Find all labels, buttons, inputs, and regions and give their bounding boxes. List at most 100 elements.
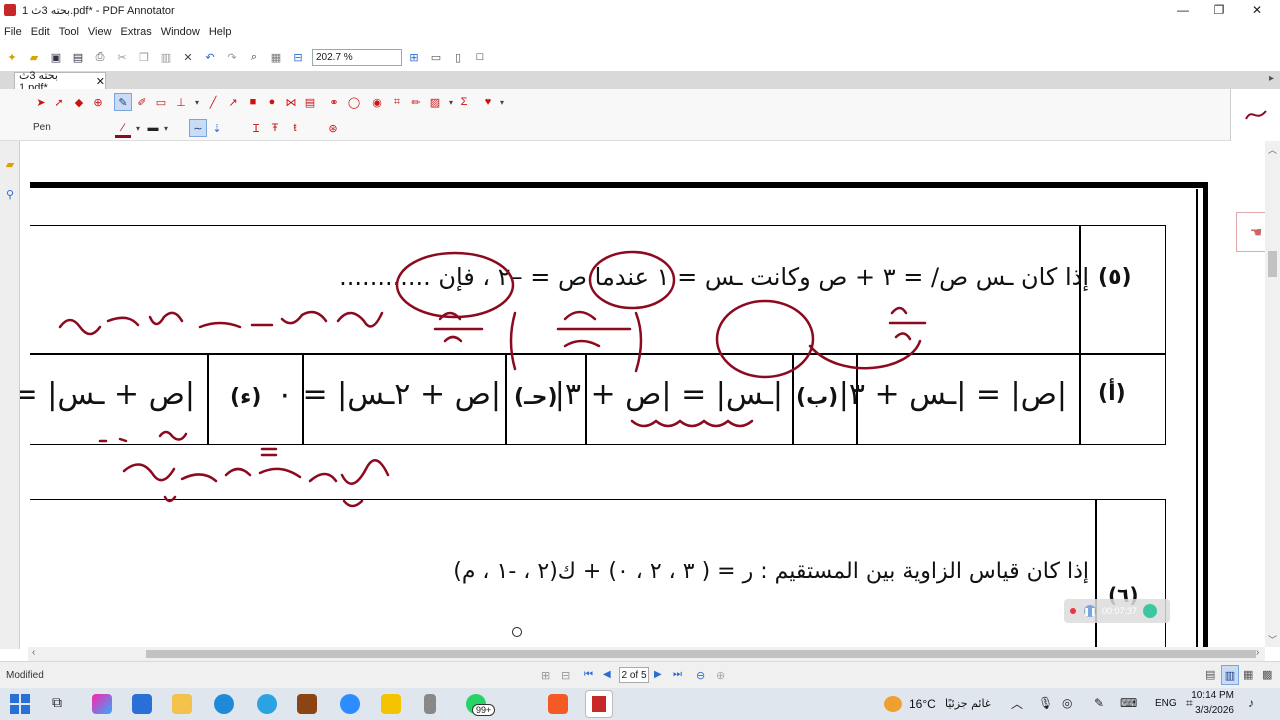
ink-annotations[interactable] [20,141,1265,647]
pause-recording-icon[interactable]: ❚❚ [1083,605,1097,617]
line-width-icon[interactable]: ▬ [146,121,160,135]
store-icon[interactable] [132,694,152,714]
pen-color-icon[interactable]: ⁄ [116,121,130,135]
close-window-button[interactable]: ✕ [1238,0,1276,20]
line-tool-icon[interactable]: ╱ [206,95,220,109]
fullscreen-icon[interactable]: □ [472,49,488,65]
scroll-up-icon[interactable]: ︿ [1268,143,1277,156]
save-as-icon[interactable]: ▤ [70,49,86,65]
next-page-icon[interactable]: ▶ [654,669,662,680]
menu-help[interactable]: Help [209,26,232,38]
line-width-dropdown-icon[interactable]: ▾ [159,121,173,135]
polygon-tool-icon[interactable]: ⋈ [284,95,298,109]
fit-page-icon[interactable]: ▯ [450,49,466,65]
lasso-tool-icon[interactable]: ◯ [347,95,361,109]
camera-tool-icon[interactable]: ◉ [370,95,384,109]
rectangle-tool-icon[interactable]: ■ [246,95,260,109]
dropdown-arrow-icon[interactable]: ▾ [190,95,204,109]
minimize-button[interactable]: — [1164,0,1202,20]
delete-icon[interactable]: ✕ [180,49,196,65]
attachment-panel-icon[interactable]: ⚲ [3,187,17,201]
open-folder-icon[interactable]: ▰ [26,49,42,65]
pressure-icon[interactable]: ⇣ [210,121,224,135]
menu-view[interactable]: View [88,26,112,38]
redo-icon[interactable]: ↷ [224,49,240,65]
pen-tool-icon[interactable]: ✎ [114,93,132,111]
task-view-icon[interactable]: ⧉ [52,694,72,714]
pdf-annotator-taskbar-icon[interactable] [585,690,613,718]
arrow-tool-icon[interactable]: ↗ [226,95,240,109]
paste-icon[interactable]: ▥ [158,49,174,65]
pen-tray-icon[interactable]: ✎ [1094,696,1104,710]
sum-tool-icon[interactable]: Σ [457,95,471,109]
history-back-icon[interactable]: ⊖ [696,669,705,682]
image-dropdown-icon[interactable]: ▾ [444,95,458,109]
previous-page-icon[interactable]: ◀ [603,669,611,680]
menu-tool[interactable]: Tool [59,26,79,38]
start-button-icon[interactable] [10,694,30,714]
undo-icon[interactable]: ↶ [202,49,218,65]
favorites-heart-icon[interactable]: ♥ [481,95,495,109]
ellipse-tool-icon[interactable]: ● [265,95,279,109]
menu-file[interactable]: File [4,26,22,38]
clock-date[interactable]: 3/3/2026 [1186,705,1234,716]
weather-temperature[interactable]: 16°C [909,697,936,711]
print-icon[interactable]: ⎙ [92,49,108,65]
zoom-app-icon[interactable] [340,694,360,714]
image-tool-icon[interactable]: ▨ [428,95,442,109]
fit-width-icon[interactable]: ▭ [428,49,444,65]
zoom-in-icon[interactable]: ⊞ [406,49,422,65]
stamp-tool-icon[interactable]: ⊥ [174,95,188,109]
file-explorer-icon[interactable] [172,694,192,714]
style-palette-icon[interactable]: ⊛ [326,121,340,135]
eraser-icon[interactable]: ◆ [72,95,86,109]
horizontal-scrollbar[interactable]: ‹ › [28,647,1265,661]
highlight-area-icon[interactable]: ▭ [154,95,168,109]
tab-document[interactable]: بحته 3ث 1.pdf* ✕ [14,70,106,94]
select-text-icon[interactable]: ➚ [52,95,66,109]
last-page-icon[interactable]: ⏭ [673,669,682,680]
vertical-scroll-thumb[interactable] [1268,251,1277,277]
text-cursor-icon[interactable]: Ɪ [249,121,263,135]
measure-tool-icon[interactable]: ▤ [303,95,317,109]
strikeout-icon[interactable]: ŧ [288,121,302,135]
zoom-input[interactable]: 202.7 % [312,48,402,66]
language-indicator[interactable]: ENG [1155,698,1177,709]
crop-tool-icon[interactable]: ⌗ [390,95,404,109]
select-arrow-icon[interactable]: ➤ [34,95,48,109]
recorder-menu-icon[interactable] [1143,604,1158,618]
usb-device-icon[interactable] [424,694,436,714]
weather-icon[interactable] [884,696,902,712]
horizontal-scroll-thumb[interactable] [146,650,1256,658]
find-icon[interactable]: ⌕ [246,49,262,65]
weather-condition[interactable]: غائم جزئيًا [945,697,991,710]
page-number-input[interactable]: 2 of 5 [619,667,649,683]
show-hidden-icons-icon[interactable]: ︿ [1011,695,1023,712]
page-back-icon[interactable]: ⊞ [541,669,550,682]
save-icon[interactable]: ▣ [48,49,64,65]
marker-tool-icon[interactable]: ✐ [135,95,149,109]
keyboard-tray-icon[interactable]: ⌨ [1120,696,1137,710]
vertical-scrollbar[interactable]: ︿ ﹀ [1265,141,1280,647]
scroll-right-icon[interactable]: › [1256,647,1259,658]
single-page-view-icon[interactable]: ▤ [1205,668,1215,681]
zoom-out-icon[interactable]: ⊟ [290,49,306,65]
history-forward-icon[interactable]: ⊕ [716,669,725,682]
continuous-view-icon[interactable]: ▥ [1221,665,1239,685]
text-bottom-icon[interactable]: Ŧ [268,121,282,135]
grid-view-icon[interactable]: ▩ [1262,668,1272,681]
screen-recorder-widget[interactable]: ❚❚ 00:07:37 [1064,599,1170,623]
maximize-button[interactable]: ❐ [1200,0,1238,20]
copilot-icon[interactable] [92,694,112,714]
clock-time[interactable]: 10:14 PM [1188,690,1234,701]
pencil-tool-icon[interactable]: ✏ [409,95,423,109]
notifications-icon[interactable]: ♪ [1248,696,1254,710]
menu-edit[interactable]: Edit [31,26,50,38]
tab-scroll-right-icon[interactable]: ▸ [1269,73,1274,84]
smooth-stroke-icon[interactable]: ∼ [189,119,207,137]
edge-browser-icon[interactable] [214,694,234,714]
photo-editor-icon[interactable] [297,694,317,714]
scroll-down-icon[interactable]: ﹀ [1268,633,1277,646]
first-page-icon[interactable]: ⏮ [584,669,593,680]
document-page-area[interactable]: (٥) إذا كان ـس ص/ = ٣ + ص وكانت ـس = ١ ع… [20,141,1265,647]
